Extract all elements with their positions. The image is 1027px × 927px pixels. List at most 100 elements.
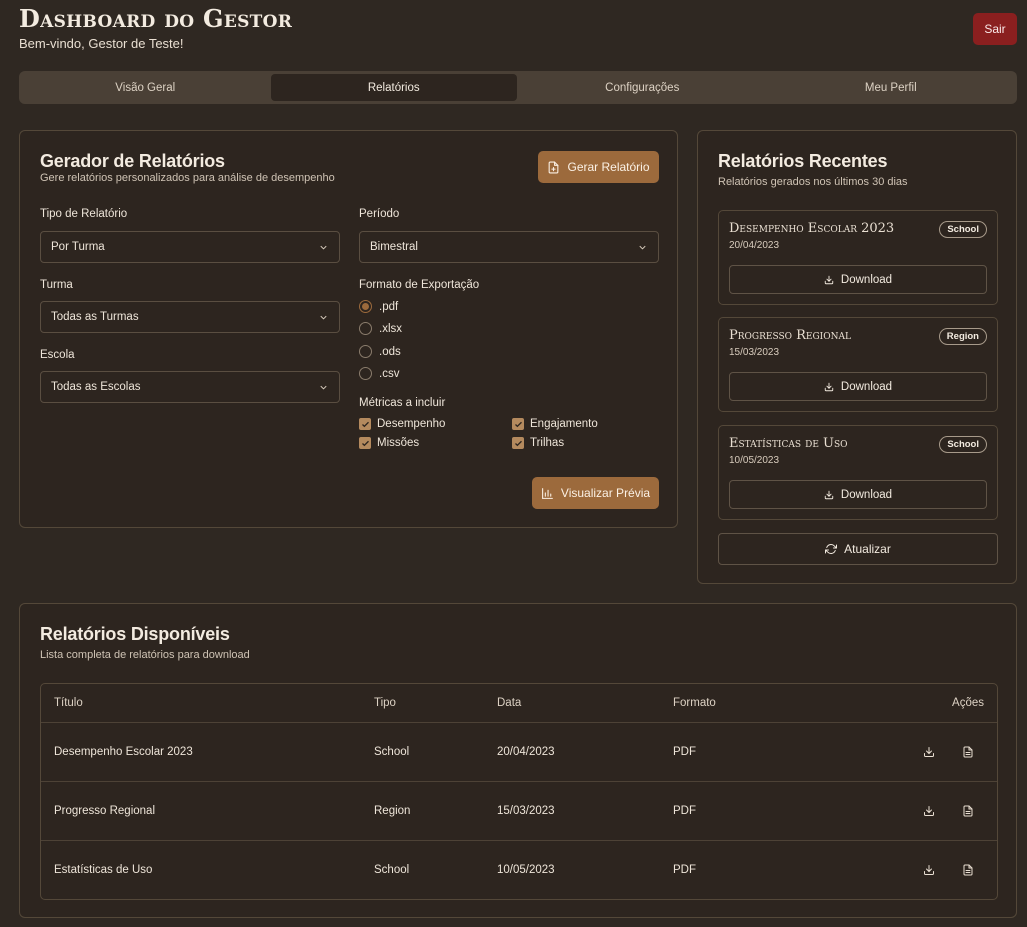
preview-button[interactable]: Visualizar Prévia	[532, 477, 659, 509]
file-text-icon	[963, 864, 973, 876]
download-button[interactable]: Download	[729, 480, 987, 509]
school-label: Escola	[40, 349, 75, 361]
download-label: Download	[840, 488, 893, 501]
tab-bar: Visão Geral Relatórios Configurações Meu…	[19, 71, 1017, 104]
cell-format: PDF	[673, 864, 696, 876]
tab-overview[interactable]: Visão Geral	[22, 74, 269, 101]
school-value: Todas as Escolas	[51, 381, 141, 393]
row-download-button[interactable]	[923, 782, 935, 840]
download-label: Download	[840, 273, 893, 286]
download-icon	[924, 747, 934, 757]
period-value: Bimestral	[370, 241, 418, 253]
period-label: Período	[359, 208, 400, 220]
cell-title: Progresso Regional	[54, 805, 156, 817]
radio-button[interactable]	[359, 300, 372, 313]
cell-date: 20/04/2023	[497, 746, 555, 758]
generate-report-label: Gerar Relatório	[567, 160, 650, 174]
report-type-value: Por Turma	[51, 241, 105, 253]
cell-date: 15/03/2023	[497, 805, 555, 817]
checkbox-trails[interactable]: Trilhas	[512, 437, 564, 449]
table-row: Progresso Regional Region 15/03/2023 PDF	[41, 782, 997, 841]
download-label: Download	[840, 380, 893, 393]
recent-report-title: Progresso Regional	[729, 328, 851, 343]
refresh-button[interactable]: Atualizar	[718, 533, 998, 565]
column-header-date: Data	[497, 697, 522, 709]
generate-report-button[interactable]: Gerar Relatório	[538, 151, 659, 183]
row-view-button[interactable]	[962, 723, 974, 781]
recent-report-title: Estatísticas de Uso	[729, 436, 848, 451]
checkbox-missions[interactable]: Missões	[359, 437, 419, 449]
recent-title: Relatórios Recentes	[718, 151, 888, 171]
radio-button[interactable]	[359, 322, 372, 335]
type-badge: School	[939, 436, 987, 453]
column-header-format: Formato	[673, 697, 716, 709]
download-icon	[824, 490, 834, 499]
export-format-label: Formato de Exportação	[359, 279, 480, 291]
checkbox-label: Trilhas	[530, 437, 565, 449]
radio-label: .csv	[379, 367, 400, 380]
recent-report-title: Desempenho Escolar 2023	[729, 221, 895, 236]
download-button[interactable]: Download	[729, 265, 987, 294]
file-plus-icon	[549, 161, 559, 173]
check-icon	[514, 440, 522, 446]
file-text-icon	[963, 746, 973, 758]
checkbox-label: Engajamento	[530, 418, 598, 430]
tab-profile[interactable]: Meu Perfil	[768, 74, 1015, 101]
download-icon	[824, 275, 834, 284]
check-icon	[361, 440, 369, 446]
refresh-icon	[825, 544, 838, 554]
table-header-row: Título Tipo Data Formato Ações	[41, 684, 997, 723]
metrics-label: Métricas a incluir	[359, 397, 446, 409]
checkbox-performance[interactable]: Desempenho	[359, 418, 445, 430]
page-title: Dashboard do Gestor	[19, 4, 293, 33]
period-select[interactable]: Bimestral	[359, 231, 659, 263]
recent-report-date: 10/05/2023	[729, 455, 780, 466]
recent-report-date: 20/04/2023	[729, 240, 780, 251]
generator-subtitle: Gere relatórios personalizados para anál…	[40, 172, 335, 184]
recent-report-item: Desempenho Escolar 2023 20/04/2023 Schoo…	[718, 210, 998, 305]
school-select[interactable]: Todas as Escolas	[40, 371, 340, 403]
checkbox[interactable]	[512, 418, 524, 430]
checkbox-engagement[interactable]: Engajamento	[512, 418, 598, 430]
recent-report-date: 15/03/2023	[729, 347, 780, 358]
row-view-button[interactable]	[962, 782, 974, 840]
tab-settings[interactable]: Configurações	[519, 74, 766, 101]
available-subtitle: Lista completa de relatórios para downlo…	[40, 649, 250, 661]
cell-title: Desempenho Escolar 2023	[54, 746, 193, 758]
recent-report-item: Estatísticas de Uso 10/05/2023 School Do…	[718, 425, 998, 520]
radio-button[interactable]	[359, 345, 372, 358]
radio-label: .pdf	[379, 300, 399, 313]
cell-type: Region	[374, 805, 411, 817]
available-title: Relatórios Disponíveis	[40, 624, 230, 644]
radio-label: .ods	[379, 345, 401, 358]
download-button[interactable]: Download	[729, 372, 987, 401]
download-icon	[824, 382, 834, 391]
checkbox[interactable]	[359, 437, 371, 449]
radio-button[interactable]	[359, 367, 372, 380]
row-download-button[interactable]	[923, 841, 935, 899]
logout-button[interactable]: Sair	[973, 13, 1017, 45]
cell-type: School	[374, 746, 410, 758]
chevron-down-icon	[320, 245, 327, 250]
report-generator-card: Gerador de Relatórios Gere relatórios pe…	[19, 130, 678, 528]
checkbox[interactable]	[512, 437, 524, 449]
report-type-select[interactable]: Por Turma	[40, 231, 340, 263]
radio-ods[interactable]: .ods	[359, 345, 401, 358]
report-type-label: Tipo de Relatório	[40, 208, 128, 220]
radio-xlsx[interactable]: .xlsx	[359, 322, 402, 335]
row-view-button[interactable]	[962, 841, 974, 899]
chevron-down-icon	[320, 315, 327, 320]
row-download-button[interactable]	[923, 723, 935, 781]
tab-reports[interactable]: Relatórios	[270, 74, 517, 101]
cell-format: PDF	[673, 805, 696, 817]
type-badge: Region	[938, 328, 987, 345]
column-header-title: Título	[54, 697, 83, 709]
class-select[interactable]: Todas as Turmas	[40, 301, 340, 333]
cell-format: PDF	[673, 746, 696, 758]
radio-csv[interactable]: .csv	[359, 367, 399, 380]
page-header: Dashboard do Gestor Bem-vindo, Gestor de…	[19, 4, 293, 52]
preview-label: Visualizar Prévia	[560, 486, 651, 500]
checkbox[interactable]	[359, 418, 371, 430]
radio-pdf[interactable]: .pdf	[359, 300, 398, 313]
checkbox-label: Missões	[377, 437, 420, 449]
